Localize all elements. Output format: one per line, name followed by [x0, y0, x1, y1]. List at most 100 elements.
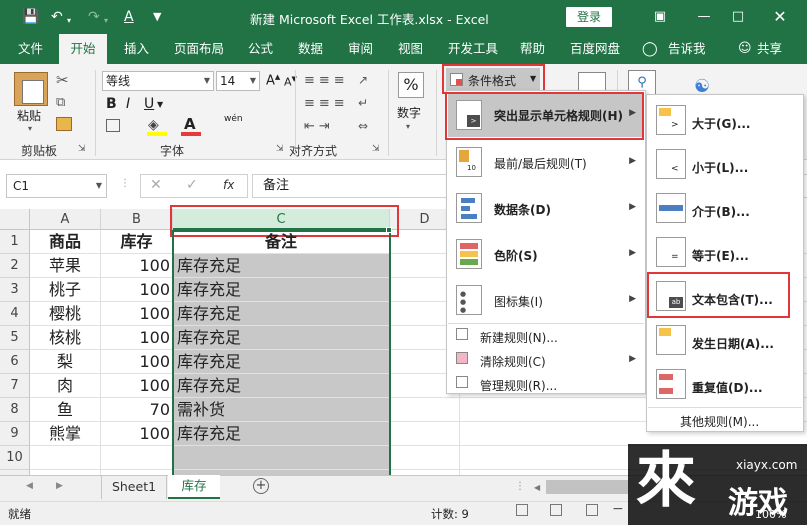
ribbon-display-icon[interactable]: ▣: [650, 7, 670, 27]
cell-c[interactable]: 库存充足: [173, 422, 390, 446]
font-launcher-icon[interactable]: ⇲: [276, 144, 284, 154]
percent-icon[interactable]: %: [398, 72, 424, 98]
submenu-item-text-contains[interactable]: ab 文本包含(T)...: [648, 275, 802, 317]
column-header-b[interactable]: B: [101, 209, 173, 230]
sheet-bar-grip-icon[interactable]: ⋮: [515, 481, 525, 492]
close-icon[interactable]: ✕: [770, 7, 790, 27]
number-label[interactable]: 数字: [397, 104, 421, 121]
menu-item-manage-rules[interactable]: 管理规则(R)...: [448, 373, 644, 395]
cell-a[interactable]: [30, 446, 101, 470]
submenu-item-less-than[interactable]: < 小于(L)...: [648, 143, 802, 185]
page-layout-view-icon[interactable]: [550, 504, 562, 516]
undo-icon[interactable]: ↶: [51, 8, 63, 26]
horizontal-scrollbar-thumb[interactable]: [546, 480, 628, 494]
row-header[interactable]: 9: [0, 422, 30, 446]
tab-view[interactable]: 视图: [398, 34, 423, 64]
cell-b[interactable]: 100: [101, 326, 173, 350]
cancel-icon[interactable]: ✕: [150, 177, 162, 193]
zoom-out-icon[interactable]: −: [612, 501, 624, 517]
scroll-left-icon[interactable]: ◀: [534, 483, 540, 492]
row-header[interactable]: 5: [0, 326, 30, 350]
cell-c[interactable]: 库存充足: [173, 326, 390, 350]
copy-icon[interactable]: ⧉: [56, 95, 65, 110]
cell-a[interactable]: 肉: [30, 374, 101, 398]
tab-page-layout[interactable]: 页面布局: [174, 34, 224, 64]
wrap-text-icon[interactable]: ↵: [358, 96, 368, 110]
cell-c[interactable]: 备注: [173, 230, 390, 254]
normal-view-icon[interactable]: [516, 504, 528, 516]
underline-icon[interactable]: U: [144, 96, 154, 112]
share-button[interactable]: 共享: [757, 34, 782, 64]
merge-center-icon[interactable]: ⇔: [358, 119, 368, 133]
fill-color-icon[interactable]: ◈: [148, 117, 159, 133]
cell-a[interactable]: 樱桃: [30, 302, 101, 326]
submenu-item-duplicate-values[interactable]: 重复值(D)...: [648, 363, 802, 405]
name-box[interactable]: C1 ▼: [6, 174, 107, 198]
submenu-item-between[interactable]: 介于(B)...: [648, 187, 802, 229]
menu-item-data-bars[interactable]: 数据条(D) ▶: [448, 189, 644, 229]
cell-b[interactable]: 100: [101, 422, 173, 446]
cell-b[interactable]: 100: [101, 374, 173, 398]
maximize-icon[interactable]: □: [728, 7, 748, 27]
zoom-level[interactable]: 100%: [755, 508, 786, 521]
submenu-item-date-occurring[interactable]: 发生日期(A)...: [648, 319, 802, 361]
cell-b[interactable]: 100: [101, 350, 173, 374]
cell-c[interactable]: 库存充足: [173, 302, 390, 326]
cell-b[interactable]: 100: [101, 278, 173, 302]
cell-a[interactable]: 桃子: [30, 278, 101, 302]
font-size-combo[interactable]: 14 ▼: [216, 71, 260, 91]
add-sheet-icon[interactable]: +: [253, 478, 269, 494]
cell-c[interactable]: 库存充足: [173, 350, 390, 374]
customize-icon[interactable]: ▼: [153, 8, 161, 26]
cell-d[interactable]: [390, 446, 460, 470]
cell-a[interactable]: 梨: [30, 350, 101, 374]
cell-a[interactable]: 苹果: [30, 254, 101, 278]
cell-c[interactable]: 库存充足: [173, 374, 390, 398]
prev-sheet-icon[interactable]: ◀: [26, 481, 33, 491]
bold-icon[interactable]: B: [106, 96, 117, 112]
submenu-item-more-rules[interactable]: 其他规则(M)...: [648, 409, 802, 431]
tab-data[interactable]: 数据: [298, 34, 323, 64]
row-header[interactable]: 10: [0, 446, 30, 470]
next-sheet-icon[interactable]: ▶: [56, 481, 63, 491]
tab-file[interactable]: 文件: [18, 34, 43, 64]
cell-c[interactable]: [173, 446, 390, 470]
indent-icons[interactable]: ⇤⇥: [304, 119, 334, 134]
cell-a[interactable]: 核桃: [30, 326, 101, 350]
font-color-icon[interactable]: A: [124, 8, 134, 26]
undo-dropdown-icon[interactable]: ▾: [67, 12, 71, 30]
minimize-icon[interactable]: —: [694, 7, 714, 27]
chevron-down-icon[interactable]: ▼: [96, 175, 102, 197]
tab-tell-me[interactable]: 告诉我: [668, 34, 706, 64]
italic-icon[interactable]: I: [126, 96, 130, 112]
tab-review[interactable]: 审阅: [348, 34, 373, 64]
menu-item-clear-rules[interactable]: 清除规则(C) ▶: [448, 349, 644, 371]
format-painter-icon[interactable]: [56, 117, 72, 131]
tab-help[interactable]: 帮助: [520, 34, 545, 64]
row-header[interactable]: 2: [0, 254, 30, 278]
cell-d[interactable]: [390, 398, 460, 422]
align-left-icons[interactable]: ≡≡≡: [304, 96, 349, 111]
fill-handle[interactable]: [386, 227, 392, 233]
paste-label[interactable]: 粘贴: [17, 107, 41, 124]
row-header[interactable]: 3: [0, 278, 30, 302]
cut-icon[interactable]: ✂: [56, 71, 69, 89]
sheet-tab-inventory[interactable]: 库存: [168, 475, 220, 499]
align-top-icons[interactable]: ≡≡≡: [304, 73, 349, 88]
menu-item-new-rule[interactable]: 新建规则(N)...: [448, 325, 644, 347]
select-all-corner[interactable]: [0, 209, 30, 230]
cell-d[interactable]: [390, 422, 460, 446]
redo-icon[interactable]: ↷: [88, 8, 100, 26]
cell-c[interactable]: 库存充足: [173, 254, 390, 278]
tab-formulas[interactable]: 公式: [248, 34, 273, 64]
phonetic-icon[interactable]: wén: [224, 114, 243, 124]
number-dropdown-icon[interactable]: ▾: [406, 122, 410, 131]
submenu-item-equal-to[interactable]: = 等于(E)...: [648, 231, 802, 273]
sheet-tab-sheet1[interactable]: Sheet1: [101, 476, 167, 499]
cell-c[interactable]: 需补货: [173, 398, 390, 422]
row-header[interactable]: 4: [0, 302, 30, 326]
row-header[interactable]: 8: [0, 398, 30, 422]
insert-function-icon[interactable]: fx: [223, 178, 234, 192]
underline-dropdown-icon[interactable]: ▼: [157, 100, 163, 109]
menu-item-top-bottom-rules[interactable]: 10 最前/最后规则(T) ▶: [448, 143, 644, 183]
